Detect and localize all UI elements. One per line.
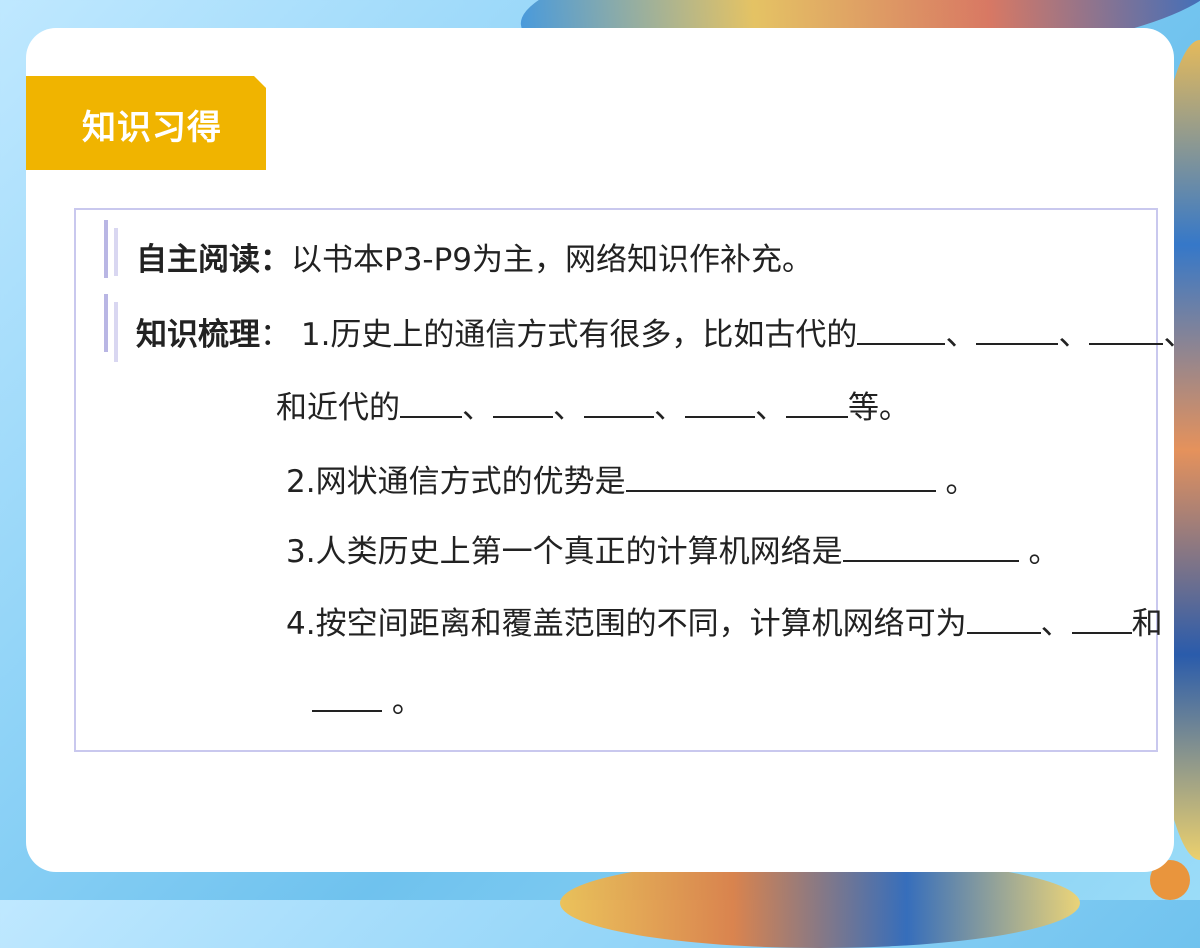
separator: 、 [1163, 317, 1195, 353]
answer-blank[interactable] [786, 388, 848, 418]
answer-blank[interactable] [584, 388, 654, 418]
question-1-line-b: 和近代的 、 、 、 、 等。 [276, 388, 910, 428]
period: 。 [945, 464, 977, 500]
separator: 、 [654, 390, 685, 426]
question-1-text: 1.历史上的通信方式有很多，比如古代的 [300, 317, 858, 353]
answer-blank[interactable] [976, 315, 1059, 345]
question-1-line-a: 知识梳理： 1.历史上的通信方式有很多，比如古代的 、 、 、 [136, 315, 1194, 355]
answer-blank[interactable] [685, 388, 755, 418]
reading-label: 自主阅读： [136, 242, 291, 278]
reading-line: 自主阅读：以书本P3-P9为主，网络知识作补充。 [136, 240, 813, 280]
separator: 、 [553, 390, 584, 426]
period: 。 [391, 684, 423, 720]
question-4-line-b: 。 [312, 682, 423, 722]
question-3-text: 3.人类历史上第一个真正的计算机网络是 [286, 534, 843, 570]
answer-blank[interactable] [493, 388, 553, 418]
answer-blank[interactable] [857, 315, 946, 345]
separator: 、 [755, 390, 786, 426]
answer-blank[interactable] [842, 532, 1019, 562]
question-2-text: 2.网状通信方式的优势是 [286, 464, 626, 500]
question-2-line: 2.网状通信方式的优势是 。 [286, 462, 976, 502]
accent-bar [104, 220, 108, 278]
answer-blank[interactable] [400, 388, 462, 418]
slide-card: 知识习得 自主阅读：以书本P3-P9为主，网络知识作补充。 知识梳理： 1.历史… [26, 28, 1194, 872]
reading-text: 以书本P3-P9为主，网络知识作补充。 [291, 242, 814, 278]
question-4-line: 4.按空间距离和覆盖范围的不同，计算机网络可为 、 和 [286, 604, 1163, 644]
accent-bar [114, 228, 118, 276]
content-box: 自主阅读：以书本P3-P9为主，网络知识作补充。 知识梳理： 1.历史上的通信方… [74, 208, 1194, 752]
separator: 、 [462, 390, 493, 426]
question-1-cont: 和近代的 [276, 390, 400, 426]
period: 。 [1028, 534, 1060, 570]
separator: 、 [945, 317, 977, 353]
section-tag-label: 知识习得 [82, 108, 222, 148]
answer-blank[interactable] [1089, 315, 1164, 345]
question-4-text: 4.按空间距离和覆盖范围的不同，计算机网络可为 [286, 606, 967, 642]
answer-blank[interactable] [966, 604, 1041, 634]
answer-blank[interactable] [312, 682, 382, 712]
summary-colon: ： [260, 317, 291, 353]
and-word: 和 [1131, 606, 1163, 642]
accent-bar [104, 294, 108, 352]
answer-blank[interactable] [625, 462, 936, 492]
accent-bar [114, 302, 118, 362]
summary-label: 知识梳理 [136, 317, 260, 353]
answer-blank[interactable] [1071, 604, 1132, 634]
question-1-end: 等。 [848, 390, 910, 426]
separator: 、 [1058, 317, 1090, 353]
question-3-line: 3.人类历史上第一个真正的计算机网络是 。 [286, 532, 1059, 572]
separator: 、 [1040, 606, 1072, 642]
